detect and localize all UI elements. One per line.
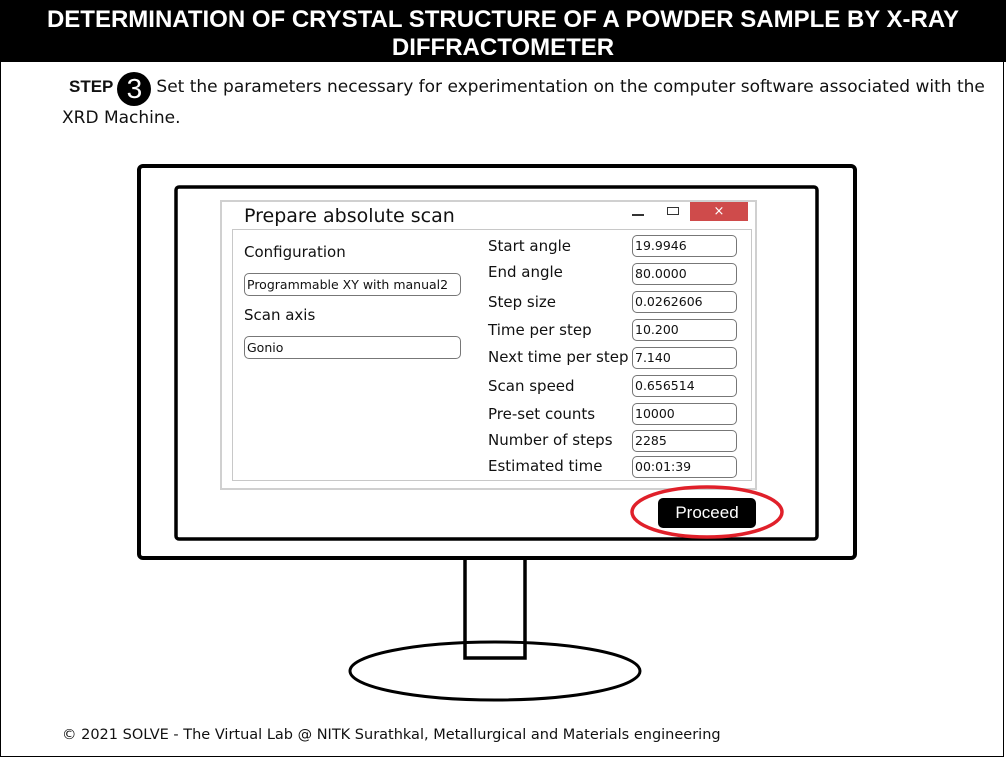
pre-set-counts-field[interactable]: 10000: [632, 403, 737, 425]
param-label: Number of steps: [488, 431, 613, 449]
time-per-step-field[interactable]: 10.200: [632, 319, 737, 341]
monitor-base: [348, 640, 642, 702]
end-angle-field[interactable]: 80.0000: [632, 263, 737, 285]
dialog-title: Prepare absolute scan: [244, 205, 455, 227]
configuration-label: Configuration: [244, 243, 346, 261]
param-label: End angle: [488, 263, 563, 281]
close-icon[interactable]: ×: [690, 202, 748, 221]
start-angle-field[interactable]: 19.9946: [632, 235, 737, 257]
scan-axis-field[interactable]: Gonio: [244, 336, 461, 359]
param-label: Pre-set counts: [488, 405, 596, 423]
footer-copyright: © 2021 SOLVE - The Virtual Lab @ NITK Su…: [62, 727, 721, 743]
param-label: Start angle: [488, 237, 572, 255]
proceed-button[interactable]: Proceed: [658, 498, 756, 528]
param-label: Step size: [488, 293, 557, 311]
param-label: Time per step: [488, 321, 592, 339]
minimize-icon[interactable]: [632, 202, 644, 221]
param-label: Next time per step: [488, 348, 629, 366]
next-time-per-step-field[interactable]: 7.140: [632, 347, 737, 369]
maximize-icon[interactable]: [667, 202, 680, 221]
step-size-field[interactable]: 0.0262606: [632, 291, 737, 313]
scan-speed-field[interactable]: 0.656514: [632, 375, 737, 397]
param-label: Scan speed: [488, 377, 575, 395]
number-of-steps-field[interactable]: 2285: [632, 430, 737, 452]
param-label: Estimated time: [488, 457, 603, 475]
scan-axis-label: Scan axis: [244, 306, 316, 324]
estimated-time-field[interactable]: 00:01:39: [632, 456, 737, 478]
configuration-field[interactable]: Programmable XY with manual2: [244, 273, 461, 296]
